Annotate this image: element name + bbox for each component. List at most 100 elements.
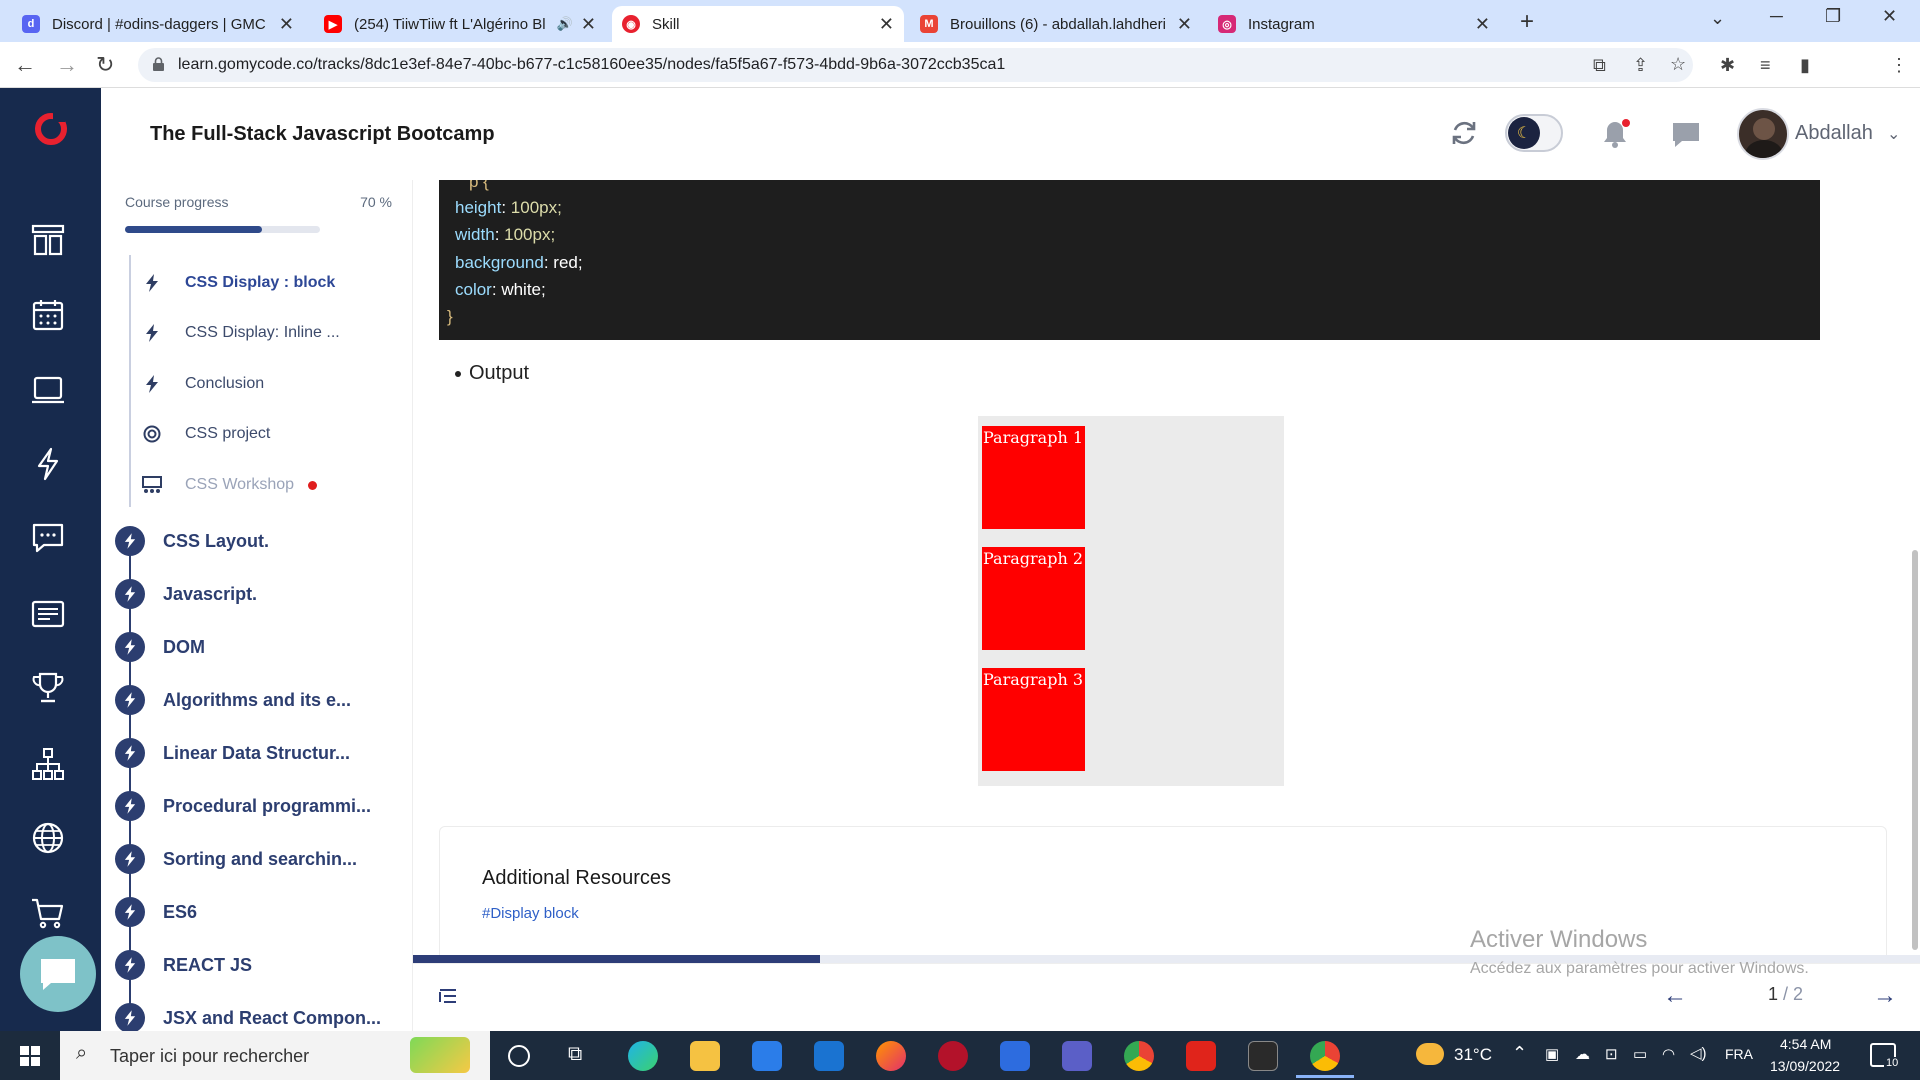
volume-icon[interactable]: ◁) <box>1690 1044 1707 1062</box>
user-avatar[interactable] <box>1737 108 1789 160</box>
sidebar-subitem-css-workshop[interactable]: CSS Workshop <box>141 473 318 497</box>
sidebar-module-item[interactable]: Javascript. <box>115 579 257 609</box>
dashboard-icon[interactable] <box>30 222 66 258</box>
close-tab-icon[interactable]: ✕ <box>1475 14 1490 35</box>
browser-tab-skill[interactable]: ◉ Skill ✕ <box>612 6 904 42</box>
main-scrollbar[interactable] <box>1912 550 1918 950</box>
close-tab-icon[interactable]: ✕ <box>279 14 294 35</box>
firefox-icon[interactable] <box>876 1041 906 1071</box>
sidebar-module-item[interactable]: JSX and React Compon... <box>115 1003 381 1031</box>
browser-tab-discord[interactable]: d Discord | #odins-daggers | GMC ✕ <box>12 6 304 42</box>
microsoft-store-icon[interactable] <box>752 1041 782 1071</box>
language-indicator[interactable]: FRA <box>1725 1046 1753 1062</box>
address-bar[interactable]: learn.gomycode.co/tracks/8dc1e3ef-84e7-4… <box>138 48 1693 82</box>
maximize-button[interactable]: ❐ <box>1825 6 1841 27</box>
sidebar-module-item[interactable]: REACT JS <box>115 950 252 980</box>
tab-search-icon[interactable]: ⌄ <box>1710 8 1725 29</box>
laptop-icon[interactable] <box>30 372 66 408</box>
sidebar-module-item[interactable]: DOM <box>115 632 205 662</box>
clock-date[interactable]: 13/09/2022 <box>1770 1058 1840 1074</box>
reload-button[interactable]: ↻ <box>96 52 114 78</box>
taskbar-search[interactable]: ⌕ Taper ici pour rechercher <box>60 1031 490 1080</box>
user-name[interactable]: Abdallah <box>1795 122 1873 145</box>
table-of-contents-icon[interactable] <box>438 986 458 1006</box>
previous-page-button[interactable]: ← <box>1663 982 1687 1010</box>
security-shield-icon[interactable] <box>1000 1041 1030 1071</box>
search-icon: ⌕ <box>76 1042 88 1064</box>
dark-mode-toggle[interactable]: ☾ <box>1505 114 1563 152</box>
sidebar-module-item[interactable]: Linear Data Structur... <box>115 738 350 768</box>
clock-time[interactable]: 4:54 AM <box>1780 1036 1831 1052</box>
lock-icon[interactable] <box>152 57 165 72</box>
side-panel-icon[interactable]: ▮ <box>1800 55 1810 76</box>
chat-icon[interactable] <box>30 520 66 556</box>
chevron-up-icon[interactable]: ⌃ <box>1512 1043 1527 1064</box>
new-tab-button[interactable]: + <box>1520 8 1534 36</box>
close-tab-icon[interactable]: ✕ <box>879 14 894 35</box>
articles-icon[interactable] <box>30 596 66 632</box>
browser-tab-instagram[interactable]: ◎ Instagram ✕ <box>1208 6 1500 42</box>
translate-icon[interactable]: ⧉ <box>1593 55 1606 76</box>
chevron-down-icon[interactable]: ⌄ <box>1887 124 1900 144</box>
browser-menu-icon[interactable]: ⋮ <box>1890 55 1908 76</box>
next-page-button[interactable]: → <box>1873 982 1897 1010</box>
meet-icon[interactable]: ▣ <box>1545 1045 1559 1063</box>
wifi-icon[interactable]: ◠ <box>1662 1045 1675 1063</box>
browser-tab-gmail[interactable]: M Brouillons (6) - abdallah.lahdheri ✕ <box>910 6 1202 42</box>
cart-icon[interactable] <box>30 895 66 931</box>
messages-icon[interactable] <box>1671 120 1701 150</box>
reading-list-icon[interactable]: ≡ <box>1760 55 1771 76</box>
game-app-icon[interactable] <box>938 1041 968 1071</box>
resource-link-display-block[interactable]: #Display block <box>482 905 579 922</box>
bolt-icon[interactable] <box>30 446 66 482</box>
sidebar-subitem-css-project[interactable]: CSS project <box>141 422 270 446</box>
trophy-icon[interactable] <box>30 670 66 706</box>
sidebar-module-item[interactable]: ES6 <box>115 897 197 927</box>
sidebar-subitem-conclusion[interactable]: Conclusion <box>141 372 264 396</box>
battery-icon[interactable]: ▭ <box>1633 1045 1647 1063</box>
minimize-button[interactable]: ─ <box>1770 6 1783 27</box>
cortana-icon[interactable] <box>508 1045 530 1067</box>
globe-icon[interactable] <box>30 820 66 856</box>
file-explorer-icon[interactable] <box>690 1041 720 1071</box>
task-view-icon[interactable]: ⧉ <box>568 1043 582 1066</box>
weather-temp[interactable]: 31°C <box>1454 1045 1492 1065</box>
bolt-icon <box>115 738 145 768</box>
chrome-profile-icon[interactable] <box>1310 1041 1340 1071</box>
gomycode-logo-icon[interactable] <box>33 110 69 146</box>
close-tab-icon[interactable]: ✕ <box>1177 14 1192 35</box>
sidebar-subitem-css-display-block[interactable]: CSS Display : block <box>141 271 335 295</box>
sync-icon[interactable] <box>1449 118 1479 148</box>
code-block: p { height: 100px; width: 100px; backgro… <box>439 180 1820 340</box>
back-button[interactable]: ← <box>14 52 36 78</box>
sidebar-module-item[interactable]: Algorithms and its e... <box>115 685 351 715</box>
bookmark-star-icon[interactable]: ☆ <box>1670 54 1686 75</box>
office-icon[interactable] <box>1186 1041 1216 1071</box>
sidebar-module-item[interactable]: Procedural programmi... <box>115 791 371 821</box>
display-icon[interactable]: ⊡ <box>1605 1045 1618 1063</box>
audio-playing-icon[interactable]: 🔊 <box>557 16 573 32</box>
teams-icon[interactable] <box>1062 1041 1092 1071</box>
mail-icon[interactable] <box>814 1041 844 1071</box>
epic-games-icon[interactable] <box>1248 1041 1278 1071</box>
weather-icon[interactable] <box>1416 1043 1444 1065</box>
hierarchy-icon[interactable] <box>30 746 66 782</box>
notification-bell-icon[interactable] <box>1599 118 1631 150</box>
sidebar-module-item[interactable]: Sorting and searchin... <box>115 844 357 874</box>
chrome-icon[interactable] <box>1124 1041 1154 1071</box>
additional-resources-card: Additional Resources #Display block <box>439 826 1887 966</box>
extensions-icon[interactable]: ✱ <box>1720 55 1735 76</box>
browser-tab-youtube[interactable]: ▶ (254) TiiwTiiw ft L'Algérino Bl 🔊 ✕ <box>314 6 606 42</box>
gomycode-favicon: ◉ <box>622 15 640 33</box>
edge-icon[interactable] <box>628 1041 658 1071</box>
windows-start-icon[interactable] <box>20 1046 40 1066</box>
calendar-icon[interactable] <box>30 297 66 333</box>
cloud-icon[interactable]: ☁ <box>1575 1045 1590 1063</box>
close-tab-icon[interactable]: ✕ <box>581 14 596 35</box>
share-icon[interactable]: ⇪ <box>1633 55 1648 76</box>
forward-button[interactable]: → <box>56 52 78 78</box>
close-window-button[interactable]: ✕ <box>1882 6 1897 27</box>
support-chat-button[interactable] <box>20 936 96 1012</box>
sidebar-subitem-css-display-inline[interactable]: CSS Display: Inline ... <box>141 321 340 345</box>
sidebar-module-item[interactable]: CSS Layout. <box>115 526 269 556</box>
